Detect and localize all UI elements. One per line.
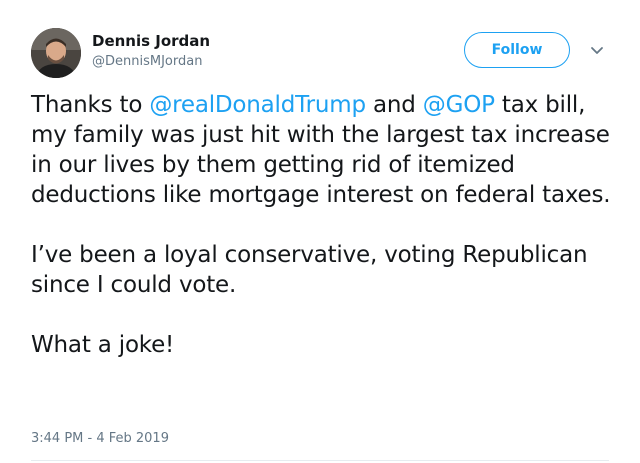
mention-link[interactable]: @GOP xyxy=(423,92,495,118)
tweet-timestamp[interactable]: 3:44 PM - 4 Feb 2019 xyxy=(31,431,169,446)
chevron-down-icon[interactable] xyxy=(588,43,606,57)
follow-button[interactable]: Follow xyxy=(464,32,570,68)
tweet-card: Dennis Jordan @DennisMJordan Follow Than… xyxy=(0,0,640,463)
tweet-text-segment: Thanks to xyxy=(31,92,150,118)
tweet-paragraph-3: What a joke! xyxy=(31,332,175,358)
mention-link[interactable]: @realDonaldTrump xyxy=(149,92,366,118)
user-handle[interactable]: @DennisMJordan xyxy=(92,54,202,69)
display-name[interactable]: Dennis Jordan xyxy=(92,32,210,50)
divider xyxy=(31,460,609,461)
avatar[interactable] xyxy=(31,28,81,78)
tweet-paragraph-1: Thanks to @realDonaldTrump and @GOP tax … xyxy=(31,90,611,210)
tweet-text: Thanks to @realDonaldTrump and @GOP tax … xyxy=(31,90,611,360)
tweet-paragraph-2: I’ve been a loyal conservative, voting R… xyxy=(31,242,588,298)
tweet-text-segment: and xyxy=(365,92,423,118)
avatar-image xyxy=(31,28,81,78)
